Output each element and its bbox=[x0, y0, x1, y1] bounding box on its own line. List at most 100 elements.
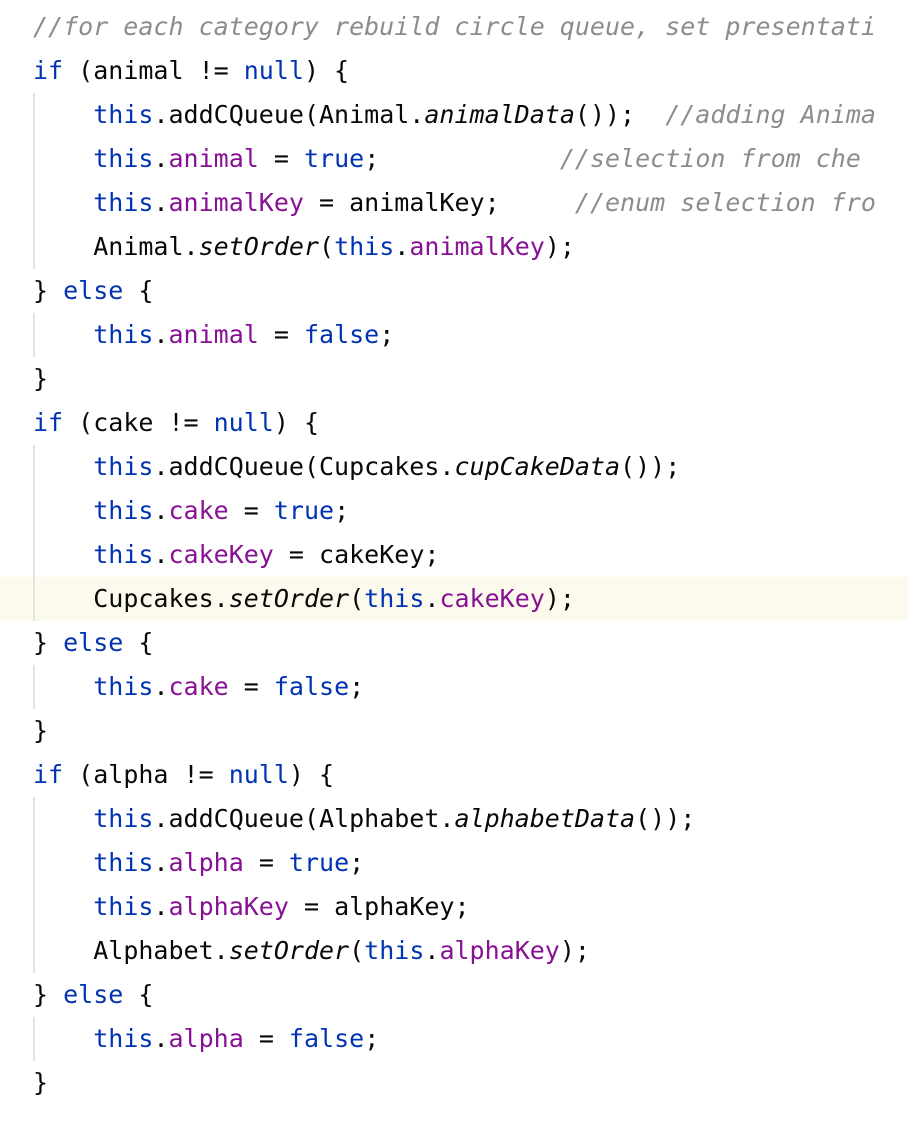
code-line[interactable]: //for each category rebuild circle queue… bbox=[0, 5, 908, 49]
keyword-token: this bbox=[93, 892, 154, 921]
indent-guide bbox=[33, 929, 35, 973]
code-line[interactable]: this.animalKey = animalKey; //enum selec… bbox=[0, 181, 908, 225]
code-token: ( bbox=[349, 584, 365, 613]
code-token: ()); bbox=[574, 100, 666, 129]
code-line[interactable]: Animal.setOrder(this.animalKey); bbox=[0, 225, 908, 269]
code-token: { bbox=[123, 980, 154, 1009]
code-line[interactable]: } bbox=[0, 357, 908, 401]
code-token: ( bbox=[349, 936, 365, 965]
code-token: = bbox=[258, 320, 304, 349]
code-token: (alpha != bbox=[63, 760, 229, 789]
code-token: ( bbox=[319, 232, 335, 261]
code-token: . bbox=[153, 320, 169, 349]
indent-guide bbox=[33, 489, 35, 533]
indent-guide bbox=[33, 841, 35, 885]
code-line[interactable]: } else { bbox=[0, 973, 908, 1017]
keyword-token: this bbox=[364, 936, 425, 965]
code-token: = bbox=[258, 144, 304, 173]
code-token: .addCQueue(Animal. bbox=[153, 100, 425, 129]
code-token: . bbox=[424, 936, 440, 965]
indent-guide bbox=[33, 137, 35, 181]
keyword-token: false bbox=[303, 320, 380, 349]
code-token: (animal != bbox=[63, 56, 244, 85]
keyword-token: this bbox=[93, 848, 154, 877]
code-token: ; bbox=[364, 144, 560, 173]
code-token: . bbox=[153, 496, 169, 525]
code-editor[interactable]: //for each category rebuild circle queue… bbox=[0, 5, 908, 1148]
keyword-token: true bbox=[288, 848, 350, 877]
keyword-token: if bbox=[33, 760, 64, 789]
keyword-token: this bbox=[93, 1024, 154, 1053]
code-line[interactable]: } else { bbox=[0, 621, 908, 665]
keyword-token: if bbox=[33, 408, 64, 437]
method-token: cupCakeData bbox=[454, 452, 621, 481]
code-token: = alphaKey; bbox=[288, 892, 470, 921]
code-line-current[interactable]: Cupcakes.setOrder(this.cakeKey); bbox=[0, 577, 908, 621]
code-line[interactable]: Alphabet.setOrder(this.alphaKey); bbox=[0, 929, 908, 973]
code-token: ; bbox=[364, 1024, 380, 1053]
keyword-token: this bbox=[93, 188, 154, 217]
code-line[interactable]: if (animal != null) { bbox=[0, 49, 908, 93]
code-token: Cupcakes. bbox=[93, 584, 229, 613]
code-line[interactable]: } else { bbox=[0, 269, 908, 313]
code-token: ()); bbox=[620, 452, 681, 481]
code-token: (cake != bbox=[63, 408, 214, 437]
code-line[interactable]: if (alpha != null) { bbox=[0, 753, 908, 797]
code-line[interactable]: if (cake != null) { bbox=[0, 401, 908, 445]
field-token: animalKey bbox=[409, 232, 545, 261]
code-token: . bbox=[153, 1024, 169, 1053]
code-line[interactable]: this.cake = true; bbox=[0, 489, 908, 533]
code-line[interactable]: this.addCQueue(Alphabet.alphabetData()); bbox=[0, 797, 908, 841]
keyword-token: else bbox=[63, 628, 124, 657]
code-token: } bbox=[33, 628, 64, 657]
code-line[interactable]: this.addCQueue(Animal.animalData()); //a… bbox=[0, 93, 908, 137]
code-token: ; bbox=[334, 496, 350, 525]
code-line[interactable]: this.alpha = false; bbox=[0, 1017, 908, 1061]
field-token: cake bbox=[168, 672, 229, 701]
code-line[interactable]: this.addCQueue(Cupcakes.cupCakeData()); bbox=[0, 445, 908, 489]
code-line[interactable]: this.cakeKey = cakeKey; bbox=[0, 533, 908, 577]
code-token: } bbox=[33, 1068, 49, 1097]
field-token: animal bbox=[168, 144, 259, 173]
code-token: ; bbox=[379, 320, 395, 349]
code-token: = cakeKey; bbox=[273, 540, 440, 569]
keyword-token: this bbox=[93, 672, 154, 701]
code-line[interactable]: this.cake = false; bbox=[0, 665, 908, 709]
code-token: = bbox=[243, 1024, 289, 1053]
indent-guide bbox=[33, 313, 35, 357]
keyword-token: if bbox=[33, 56, 64, 85]
code-token: } bbox=[33, 716, 49, 745]
code-line[interactable]: } bbox=[0, 709, 908, 753]
code-line[interactable]: this.animal = true; //selection from che bbox=[0, 137, 908, 181]
indent-guide bbox=[33, 885, 35, 929]
keyword-token: null bbox=[243, 56, 304, 85]
code-line[interactable]: this.alphaKey = alphaKey; bbox=[0, 885, 908, 929]
code-token: = bbox=[228, 496, 274, 525]
field-token: alphaKey bbox=[439, 936, 560, 965]
code-token: .addCQueue(Alphabet. bbox=[153, 804, 455, 833]
code-token: ; bbox=[349, 848, 365, 877]
keyword-token: this bbox=[93, 100, 154, 129]
code-token: ) { bbox=[273, 408, 319, 437]
indent-guide bbox=[33, 577, 35, 621]
field-token: alpha bbox=[168, 848, 244, 877]
code-line[interactable]: this.alpha = true; bbox=[0, 841, 908, 885]
code-line[interactable]: this.animal = false; bbox=[0, 313, 908, 357]
code-line[interactable]: } bbox=[0, 1061, 908, 1105]
keyword-token: false bbox=[288, 1024, 365, 1053]
keyword-token: true bbox=[273, 496, 335, 525]
code-token: . bbox=[424, 584, 440, 613]
code-token: Alphabet. bbox=[93, 936, 229, 965]
code-token: } bbox=[33, 980, 64, 1009]
comment-token: //enum selection fro bbox=[574, 188, 876, 217]
